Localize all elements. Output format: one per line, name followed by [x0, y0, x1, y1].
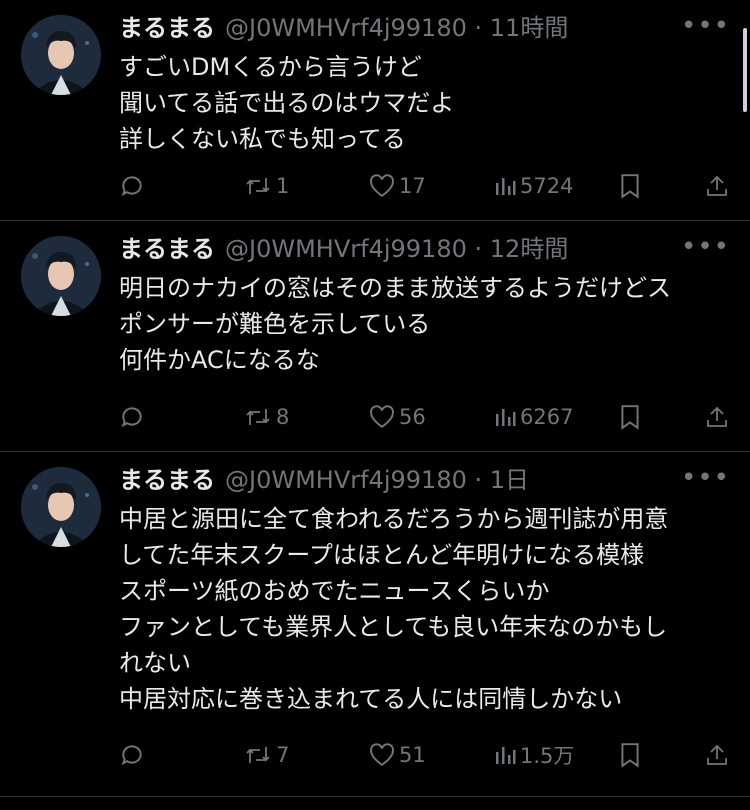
- like-count: 17: [399, 174, 426, 198]
- reply-button[interactable]: [119, 737, 145, 773]
- reply-icon: [121, 745, 142, 766]
- bookmark-button[interactable]: [619, 399, 641, 435]
- text-line: すごいDMくるから言うけど: [119, 53, 422, 81]
- views-chart-icon: [496, 409, 516, 426]
- action-bar: 1 17 5724: [0, 168, 750, 204]
- tweet[interactable]: まるまる @J0WMHVrf4j99180 · 12時間 ••• 明日のナカイの窓…: [0, 221, 750, 452]
- handle[interactable]: @J0WMHVrf4j99180: [225, 14, 467, 42]
- handle[interactable]: @J0WMHVrf4j99180: [225, 235, 467, 263]
- display-name[interactable]: まるまる: [119, 14, 215, 42]
- action-bar: 7 51 1.5万: [0, 737, 750, 773]
- like-button[interactable]: 17: [369, 168, 426, 204]
- text-line: ファンとしても業界人としても良い年末なのかもし: [119, 613, 668, 641]
- reply-button[interactable]: [119, 399, 145, 435]
- retweet-button[interactable]: 7: [244, 737, 289, 773]
- action-bar: 8 56 6267: [0, 399, 750, 435]
- heart-icon: [370, 174, 394, 197]
- retweet-count: 1: [276, 174, 290, 198]
- text-line: 明日のナカイの窓はそのまま放送するようだけどス: [119, 274, 671, 302]
- tweet-text: 中居と源田に全て食われるだろうから週刊誌が用意 してた年末スクープはほとんど年明…: [119, 501, 731, 717]
- more-horizontal-icon[interactable]: •••: [681, 234, 730, 260]
- text-line: スポーツ紙のおめでたニュースくらいか: [119, 577, 550, 605]
- text-line: 聞いてる話で出るのはウマだよ: [119, 89, 455, 117]
- text-line: してた年末スクープはほとんど年明けになる模様: [119, 541, 645, 569]
- share-button[interactable]: [705, 168, 729, 204]
- view-count: 6267: [520, 405, 574, 429]
- retweet-button[interactable]: 1: [244, 168, 289, 204]
- views-button[interactable]: 6267: [494, 399, 573, 435]
- separator: ·: [474, 14, 483, 42]
- views-button[interactable]: 5724: [494, 168, 573, 204]
- retweet-count: 7: [276, 743, 290, 767]
- share-icon: [707, 406, 727, 427]
- tweet-header: まるまる @J0WMHVrf4j99180 · 12時間: [119, 235, 568, 263]
- reply-icon: [121, 407, 142, 428]
- timestamp[interactable]: 11時間: [490, 14, 569, 42]
- display-name[interactable]: まるまる: [119, 235, 215, 263]
- view-count: 1.5万: [520, 744, 575, 768]
- view-count: 5724: [520, 174, 574, 198]
- reply-button[interactable]: [119, 168, 145, 204]
- bookmark-icon: [621, 743, 639, 768]
- like-count: 51: [399, 743, 426, 767]
- separator: ·: [474, 235, 483, 263]
- reply-icon: [121, 176, 142, 197]
- tweet-header: まるまる @J0WMHVrf4j99180 · 11時間: [119, 14, 568, 42]
- more-horizontal-icon[interactable]: •••: [681, 13, 730, 39]
- bookmark-button[interactable]: [619, 737, 641, 773]
- share-button[interactable]: [705, 399, 729, 435]
- text-line: 何件かACになるな: [119, 346, 320, 374]
- retweet-count: 8: [276, 405, 290, 429]
- retweet-icon: [246, 747, 270, 763]
- like-count: 56: [399, 405, 426, 429]
- views-button[interactable]: 1.5万: [494, 737, 574, 773]
- like-button[interactable]: 56: [369, 399, 426, 435]
- separator: ·: [474, 466, 483, 494]
- bookmark-button[interactable]: [619, 168, 641, 204]
- tweet[interactable]: まるまる @J0WMHVrf4j99180 · 1日 ••• 中居と源田に全て食わ…: [0, 452, 750, 797]
- share-icon: [707, 175, 727, 196]
- more-horizontal-icon[interactable]: •••: [681, 465, 730, 491]
- handle[interactable]: @J0WMHVrf4j99180: [225, 466, 467, 494]
- like-button[interactable]: 51: [369, 737, 426, 773]
- bookmark-icon: [621, 405, 639, 430]
- text-line: 中居対応に巻き込まれてる人には同情しかない: [119, 685, 623, 713]
- timestamp[interactable]: 1日: [490, 466, 529, 494]
- timestamp[interactable]: 12時間: [490, 235, 569, 263]
- views-chart-icon: [496, 747, 516, 764]
- views-chart-icon: [496, 178, 516, 195]
- tweet-text: すごいDMくるから言うけど 聞いてる話で出るのはウマだよ 詳しくない私でも知って…: [119, 49, 731, 157]
- share-button[interactable]: [705, 737, 729, 773]
- tweet[interactable]: まるまる @J0WMHVrf4j99180 · 11時間 ••• すごいDMくるか…: [0, 0, 750, 221]
- tweet-header: まるまる @J0WMHVrf4j99180 · 1日: [119, 466, 529, 494]
- text-line: 中居と源田に全て食われるだろうから週刊誌が用意: [119, 505, 669, 533]
- retweet-icon: [246, 409, 270, 425]
- text-line: れない: [119, 649, 191, 677]
- bookmark-icon: [621, 174, 639, 199]
- text-line: ポンサーが難色を示している: [119, 310, 431, 338]
- tweet-text: 明日のナカイの窓はそのまま放送するようだけどス ポンサーが難色を示している 何件…: [119, 270, 731, 378]
- avatar[interactable]: [21, 236, 101, 316]
- heart-icon: [370, 405, 394, 428]
- avatar[interactable]: [21, 467, 101, 547]
- retweet-icon: [246, 178, 270, 194]
- heart-icon: [370, 743, 394, 766]
- share-icon: [707, 744, 727, 765]
- text-line: 詳しくない私でも知ってる: [119, 125, 406, 153]
- avatar[interactable]: [21, 15, 101, 95]
- retweet-button[interactable]: 8: [244, 399, 289, 435]
- display-name[interactable]: まるまる: [119, 466, 215, 494]
